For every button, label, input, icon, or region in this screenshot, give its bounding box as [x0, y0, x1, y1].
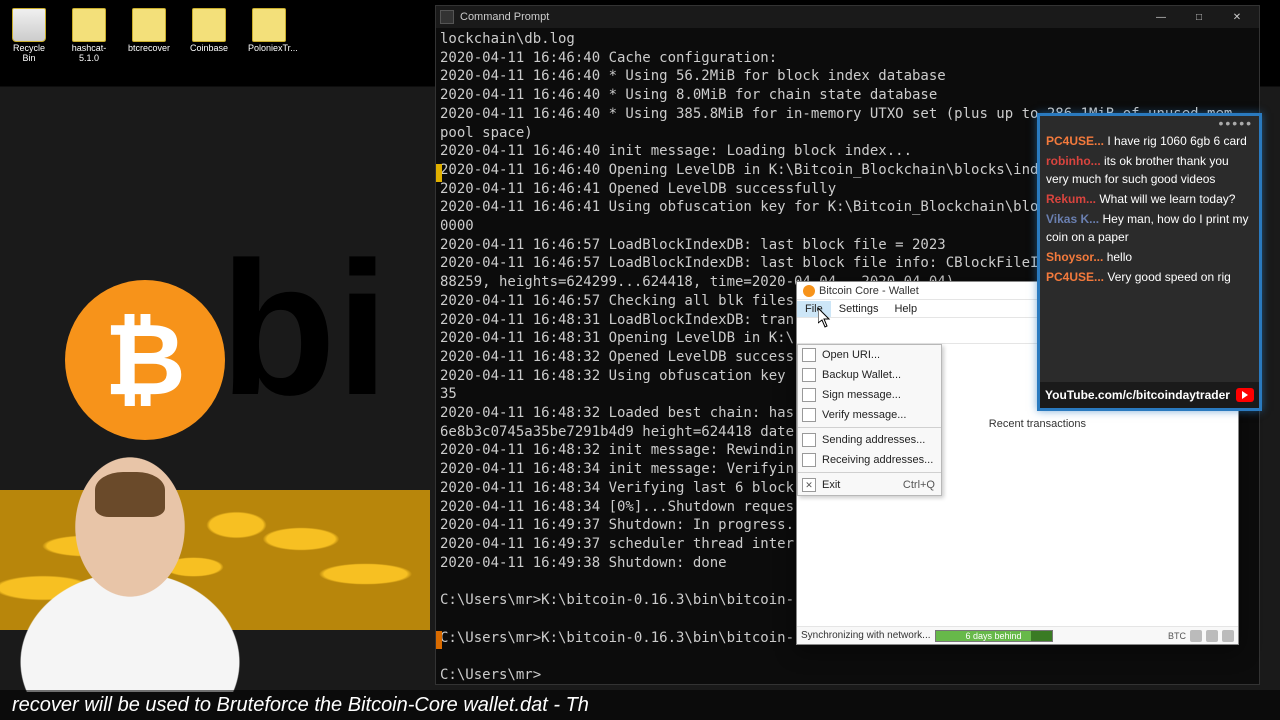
file-menu-dropdown[interactable]: Open URI... Backup Wallet... Sign messag… — [797, 344, 942, 496]
menu-item-icon — [802, 368, 816, 382]
desktop-icon[interactable]: hashcat-5.1.0 — [68, 8, 110, 64]
menu-item-label: Exit — [822, 479, 840, 491]
chat-message: PC4USE... I have rig 1060 6gb 6 card — [1046, 132, 1253, 150]
menu-item-icon — [802, 453, 816, 467]
chat-text: I have rig 1060 6gb 6 card — [1107, 134, 1246, 148]
desktop-icon-label: btcrecover — [128, 44, 170, 54]
chat-footer: YouTube.com/c/bitcoindaytrader — [1040, 382, 1259, 408]
menu-item-icon — [802, 388, 816, 402]
chat-message: Rekum... What will we learn today? — [1046, 190, 1253, 208]
wallet-title: Bitcoin Core - Wallet — [819, 285, 919, 297]
sync-progress-text: 6 days behind — [965, 631, 1021, 641]
menu-item-label: Verify message... — [822, 409, 906, 421]
wallet-status-icons: BTC — [1168, 630, 1234, 642]
folder-icon — [72, 8, 106, 42]
menu-help[interactable]: Help — [886, 301, 925, 317]
menu-item-icon — [802, 348, 816, 362]
chat-username: Shoysor... — [1046, 250, 1103, 264]
wallpaper-text: bi — [220, 220, 389, 438]
wallet-statusbar: Synchronizing with network... 6 days beh… — [797, 626, 1238, 644]
chat-username: PC4USE... — [1046, 270, 1104, 284]
desktop-icon-label: PoloniexTr... — [248, 44, 290, 54]
youtube-icon — [1236, 388, 1254, 402]
chat-message: PC4USE... Very good speed on rig — [1046, 268, 1253, 286]
chat-text: Very good speed on rig — [1107, 270, 1230, 284]
folder-icon — [192, 8, 226, 42]
menu-separator — [798, 472, 941, 473]
desktop-icons: Recycle Bin hashcat-5.1.0 btcrecover Coi… — [8, 8, 290, 64]
presenter-webcam — [0, 452, 300, 692]
chat-text: hello — [1107, 250, 1132, 264]
desktop-icon[interactable]: PoloniexTr... — [248, 8, 290, 64]
youtube-url: YouTube.com/c/bitcoindaytrader — [1045, 388, 1230, 402]
chat-message: Vikas K... Hey man, how do I print my co… — [1046, 210, 1253, 246]
menu-item-icon — [802, 478, 816, 492]
livestream-chat-overlay: ••••• PC4USE... I have rig 1060 6gb 6 ca… — [1037, 113, 1262, 411]
hd-icon — [1190, 630, 1202, 642]
desktop-icon[interactable]: Coinbase — [188, 8, 230, 64]
chat-drag-handle[interactable]: ••••• — [1040, 116, 1259, 130]
menu-separator — [798, 427, 941, 428]
network-icon — [1222, 630, 1234, 642]
currency-unit: BTC — [1168, 631, 1186, 641]
desktop-icon-label: Coinbase — [188, 44, 230, 54]
chat-username: robinho... — [1046, 154, 1101, 168]
menu-item-verify-message[interactable]: Verify message... — [798, 405, 941, 425]
chat-message: robinho... its ok brother thank you very… — [1046, 152, 1253, 188]
menu-item-icon — [802, 433, 816, 447]
menu-item-icon — [802, 408, 816, 422]
folder-icon — [252, 8, 286, 42]
maximize-button[interactable]: □ — [1181, 7, 1217, 27]
menu-item-label: Receiving addresses... — [822, 454, 933, 466]
menu-item-sending-addresses[interactable]: Sending addresses... — [798, 430, 941, 450]
cmd-title: Command Prompt — [460, 11, 1143, 23]
menu-item-label: Sending addresses... — [822, 434, 925, 446]
chat-username: Vikas K... — [1046, 212, 1099, 226]
lock-icon — [1206, 630, 1218, 642]
cmd-icon — [440, 10, 454, 24]
chat-username: PC4USE... — [1046, 134, 1104, 148]
cmd-gutter-mark — [436, 631, 442, 649]
menu-item-label: Sign message... — [822, 389, 901, 401]
chat-messages: PC4USE... I have rig 1060 6gb 6 card robi… — [1040, 130, 1259, 382]
menu-item-open-uri[interactable]: Open URI... — [798, 345, 941, 365]
chat-text: What will we learn today? — [1099, 192, 1235, 206]
menu-settings[interactable]: Settings — [831, 301, 887, 317]
menu-item-exit[interactable]: Exit Ctrl+Q — [798, 475, 941, 495]
menu-file[interactable]: File — [797, 301, 831, 317]
folder-icon — [132, 8, 166, 42]
menu-item-receiving-addresses[interactable]: Receiving addresses... — [798, 450, 941, 470]
recycle-bin-icon — [12, 8, 46, 42]
menu-item-sign-message[interactable]: Sign message... — [798, 385, 941, 405]
desktop-icon-label: Recycle Bin — [8, 44, 50, 64]
close-button[interactable]: ✕ — [1219, 7, 1255, 27]
desktop-icon[interactable]: btcrecover — [128, 8, 170, 64]
desktop-icon-label: hashcat-5.1.0 — [68, 44, 110, 64]
chat-message: Shoysor... hello — [1046, 248, 1253, 266]
menu-item-label: Backup Wallet... — [822, 369, 901, 381]
minimize-button[interactable]: — — [1143, 7, 1179, 27]
video-subtitle: recover will be used to Bruteforce the B… — [0, 690, 1280, 720]
bitcoin-logo — [65, 280, 225, 440]
cmd-gutter-mark — [436, 164, 442, 182]
recent-transactions-label: Recent transactions — [989, 418, 1086, 430]
sync-progress-bar: 6 days behind — [935, 630, 1053, 642]
chat-username: Rekum... — [1046, 192, 1096, 206]
menu-item-label: Open URI... — [822, 349, 880, 361]
menu-item-backup-wallet[interactable]: Backup Wallet... — [798, 365, 941, 385]
subtitle-text: recover will be used to Bruteforce the B… — [12, 694, 589, 717]
cmd-titlebar[interactable]: Command Prompt — □ ✕ — [436, 6, 1259, 28]
desktop-icon[interactable]: Recycle Bin — [8, 8, 50, 64]
bitcoin-icon — [803, 285, 815, 297]
menu-item-shortcut: Ctrl+Q — [903, 479, 935, 491]
sync-text: Synchronizing with network... — [801, 630, 931, 641]
